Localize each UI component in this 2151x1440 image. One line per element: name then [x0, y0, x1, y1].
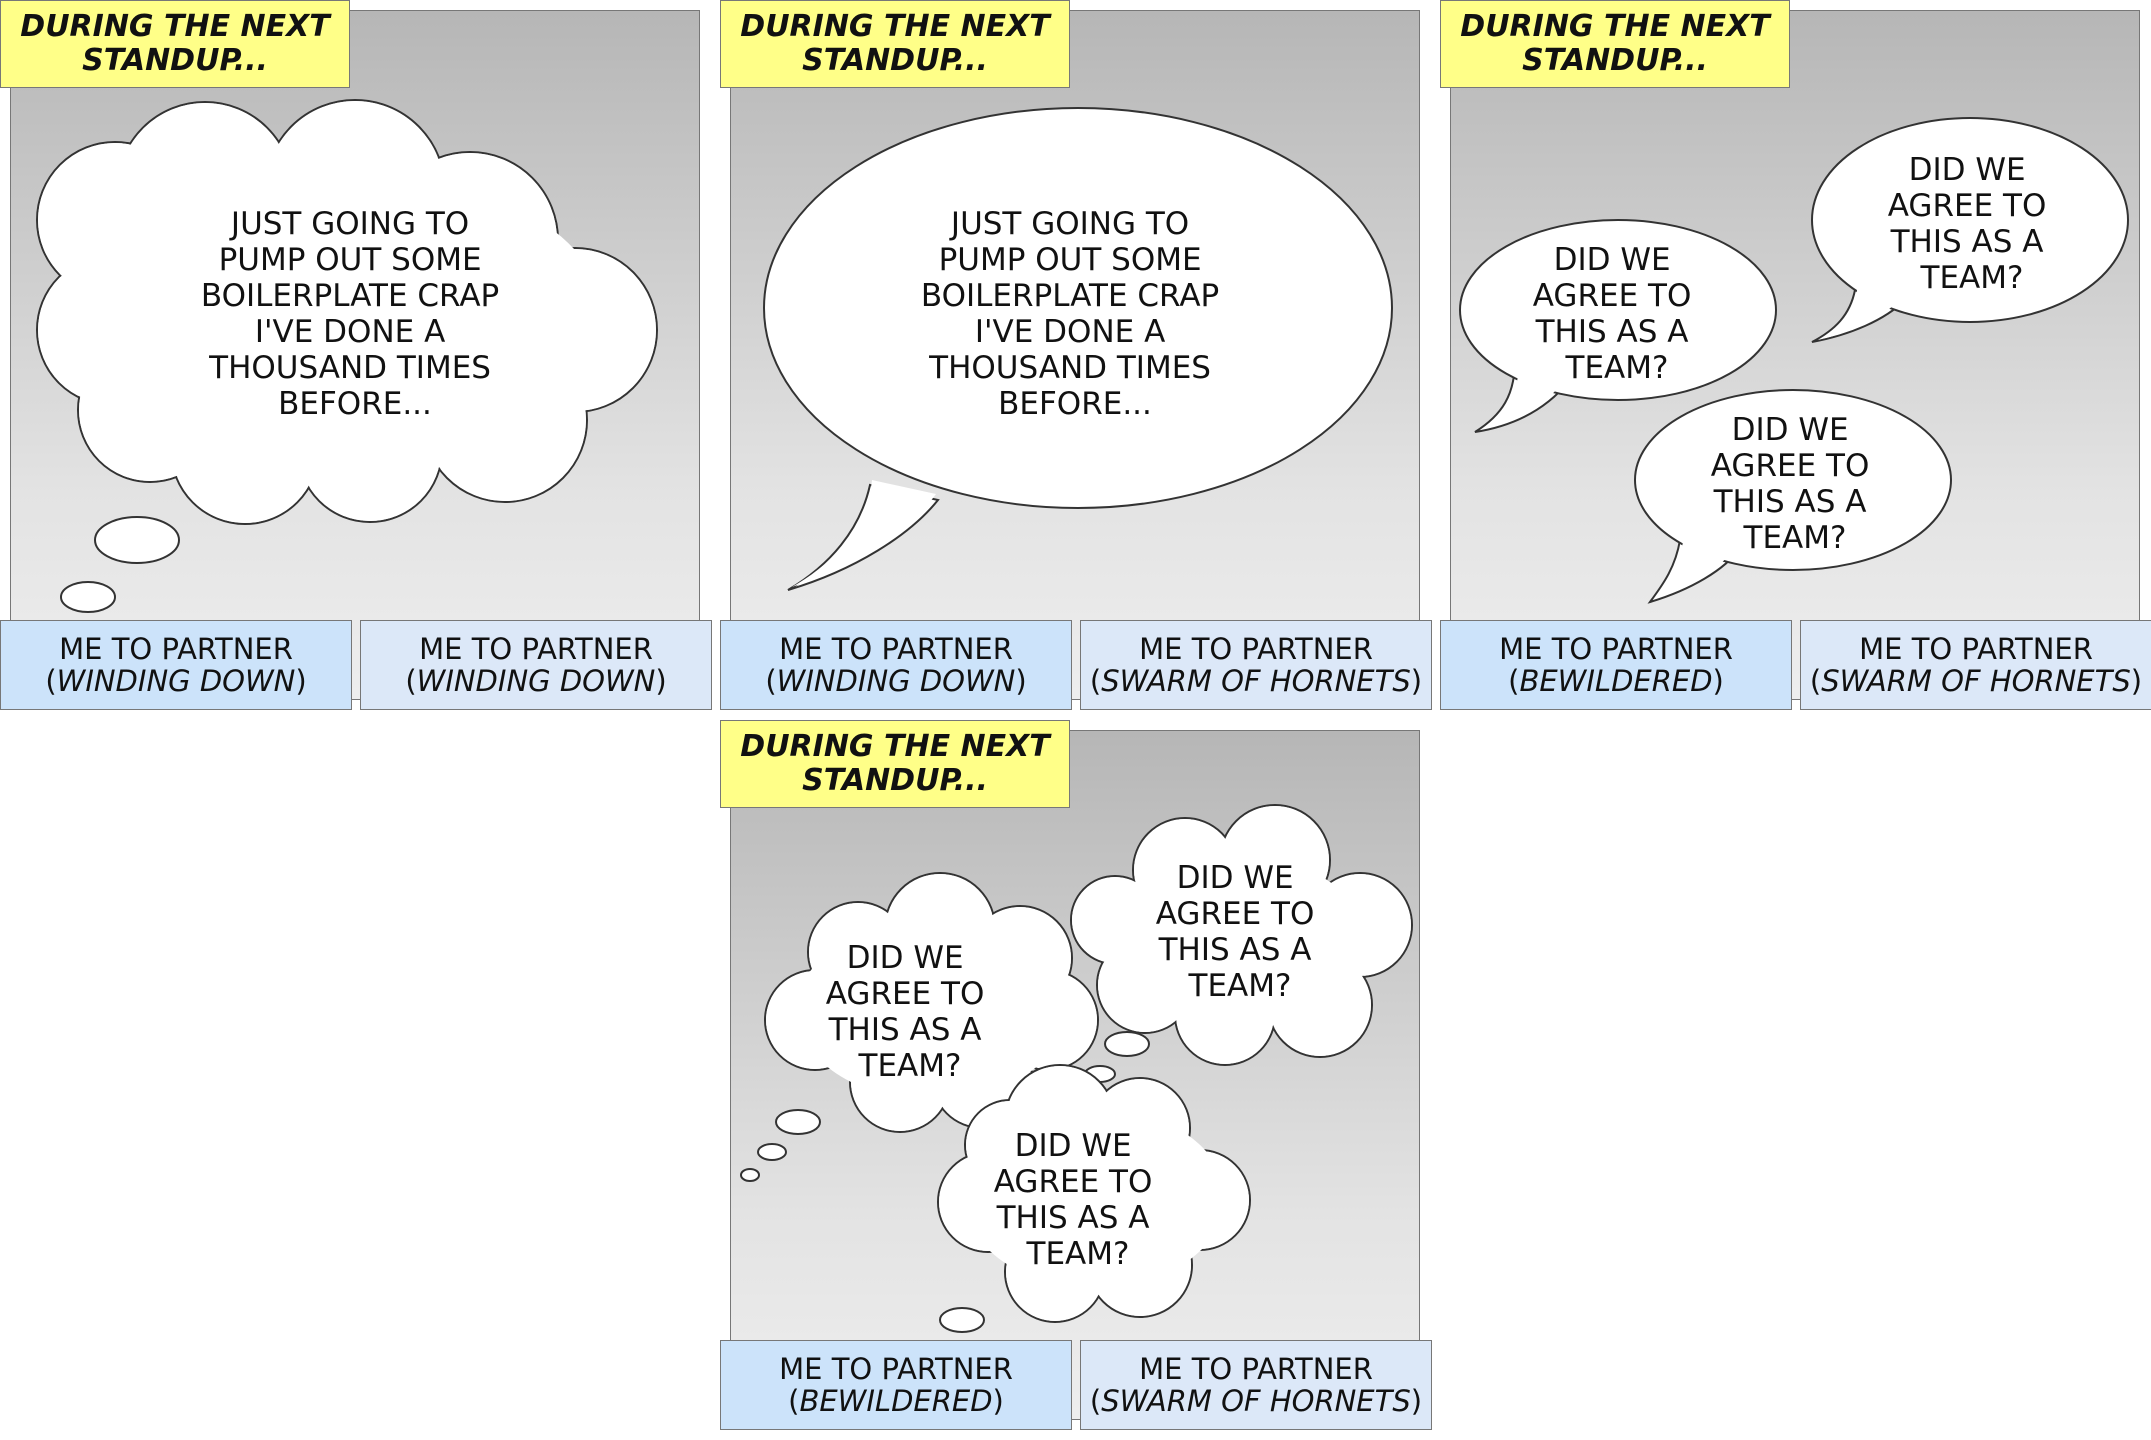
character-label: ME TO PARTNER (BEWILDERED) [720, 1340, 1072, 1430]
panel-art: DID WE AGREE TO THIS AS A TEAM? DID WE A… [1459, 117, 2129, 604]
label-mood: (BEWILDERED) [1508, 664, 1724, 698]
comic-panel-4: DID WE AGREE TO THIS AS A TEAM? DID WE A… [720, 720, 1440, 1440]
panel-caption: DURING THE NEXT STANDUP... [720, 0, 1070, 88]
label-name: ME TO PARTNER [779, 632, 1013, 666]
panel-caption: DURING THE NEXT STANDUP... [720, 720, 1070, 808]
label-mood: (SWARM OF HORNETS) [1089, 1384, 1423, 1418]
character-label: ME TO PARTNER (SWARM OF HORNETS) [1800, 620, 2151, 710]
character-label: ME TO PARTNER (WINDING DOWN) [720, 620, 1072, 710]
character-label: ME TO PARTNER (SWARM OF HORNETS) [1080, 1340, 1432, 1430]
panel-caption: DURING THE NEXT STANDUP... [1440, 0, 1790, 88]
comic-panel-2: JUST GOING TO PUMP OUT SOME BOILERPLATE … [720, 0, 1440, 720]
speech-bubble: JUST GOING TO PUMP OUT SOME BOILERPLATE … [763, 107, 1393, 591]
thought-bubble: DID WE AGREE TO THIS AS A TEAM? [1070, 804, 1413, 1083]
panel-art: JUST GOING TO PUMP OUT SOME BOILERPLATE … [763, 107, 1393, 591]
character-label: ME TO PARTNER (BEWILDERED) [1440, 620, 1792, 710]
label-name: ME TO PARTNER [419, 632, 653, 666]
panel-caption: DURING THE NEXT STANDUP... [0, 0, 350, 88]
label-mood: (SWARM OF HORNETS) [1089, 664, 1423, 698]
character-label: ME TO PARTNER (WINDING DOWN) [360, 620, 712, 710]
label-mood: (WINDING DOWN) [765, 664, 1027, 698]
panel-art: DID WE AGREE TO THIS AS A TEAM? DID WE A… [740, 804, 1413, 1333]
label-name: ME TO PARTNER [1499, 632, 1733, 666]
label-name: ME TO PARTNER [779, 1352, 1013, 1386]
label-mood: (SWARM OF HORNETS) [1809, 664, 2143, 698]
label-name: ME TO PARTNER [1859, 632, 2093, 666]
speech-bubble: DID WE AGREE TO THIS AS A TEAM? [1811, 117, 2129, 343]
comic-panel-3: DID WE AGREE TO THIS AS A TEAM? DID WE A… [1440, 0, 2151, 720]
thought-bubble: JUST GOING TO PUMP OUT SOME BOILERPLATE … [36, 99, 658, 613]
character-label: ME TO PARTNER (SWARM OF HORNETS) [1080, 620, 1432, 710]
label-mood: (WINDING DOWN) [405, 664, 667, 698]
speech-bubble: DID WE AGREE TO THIS AS A TEAM? [1634, 389, 1952, 604]
character-label: ME TO PARTNER (WINDING DOWN) [0, 620, 352, 710]
comic-panel-1: JUST GOING TO PUMP OUT SOME BOILERPLATE … [0, 0, 720, 720]
label-mood: (WINDING DOWN) [45, 664, 307, 698]
panel-art: JUST GOING TO PUMP OUT SOME BOILERPLATE … [36, 99, 658, 613]
label-name: ME TO PARTNER [59, 632, 293, 666]
label-name: ME TO PARTNER [1139, 632, 1373, 666]
label-name: ME TO PARTNER [1139, 1352, 1373, 1386]
label-mood: (BEWILDERED) [788, 1384, 1004, 1418]
